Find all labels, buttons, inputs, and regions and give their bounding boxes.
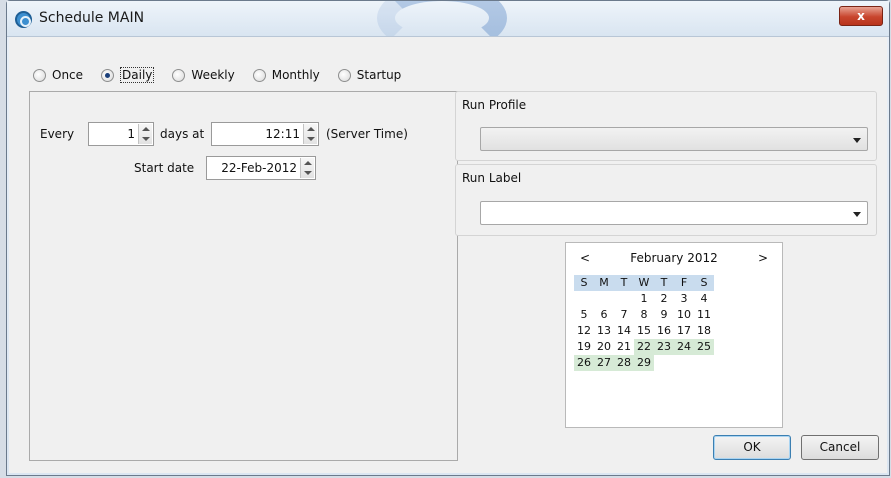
run-profile-group: Run Profile [455,91,877,161]
calendar-day[interactable]: 4 [694,291,714,307]
radio-once-label: Once [52,68,84,82]
server-time-label: (Server Time) [326,127,408,141]
start-date-label: Start date [134,161,195,175]
radio-weekly-indicator[interactable] [172,68,186,82]
radio-once[interactable]: Once [33,68,83,82]
cancel-button[interactable]: Cancel [801,435,879,460]
run-label-dropdown[interactable] [480,201,868,225]
run-profile-label: Run Profile [462,98,527,112]
every-days-spinner[interactable]: 1 [88,122,154,146]
calendar-day[interactable]: 6 [594,307,614,323]
calendar-weekday-header: W [634,275,654,291]
radio-daily-label: Daily [120,67,155,83]
calendar-day[interactable]: 14 [614,323,634,339]
spin-up-icon[interactable] [307,127,315,131]
run-profile-dropdown[interactable] [480,127,868,151]
schedule-dialog: Schedule MAIN x Once Daily Weekly Monthl… [6,0,890,476]
calendar-grid: S M T W T F S 1 2 3 4 5 6 7 8 9 10 11 12 13 14 15 16 17 18 19 20 21… [574,275,714,371]
calendar-day[interactable]: 9 [654,307,674,323]
calendar: February 2012 < > S M T W T F S 1 2 3 4 5 6 7 8 9 10 11 12… [565,242,783,428]
calendar-day[interactable]: 10 [674,307,694,323]
radio-startup-label: Startup [356,68,402,82]
start-date-spinner[interactable]: 22-Feb-2012 [206,156,316,180]
window-title: Schedule MAIN [39,10,145,26]
calendar-day[interactable]: 20 [594,339,614,355]
every-label: Every [40,127,75,141]
calendar-day[interactable]: 15 [634,323,654,339]
calendar-weekday-header: S [694,275,714,291]
every-days-value: 1 [127,127,135,141]
start-date-value: 22-Feb-2012 [221,161,297,175]
run-label-group: Run Label [455,164,877,236]
radio-weekly[interactable]: Weekly [172,68,235,82]
days-at-label: days at [160,127,205,141]
calendar-weekday-header: F [674,275,694,291]
schedule-type-group: Once Daily Weekly Monthly Startup [33,65,401,85]
calendar-day[interactable]: 3 [674,291,694,307]
radio-startup-indicator[interactable] [337,68,351,82]
every-days-spin-buttons[interactable] [138,124,152,144]
spin-down-icon[interactable] [307,137,315,141]
calendar-day[interactable]: 23 [654,339,674,355]
ok-button[interactable]: OK [713,435,791,460]
calendar-header: February 2012 < > [566,251,782,269]
close-button[interactable]: x [839,6,883,26]
calendar-day[interactable]: 8 [634,307,654,323]
time-spin-buttons[interactable] [303,124,317,144]
radio-weekly-label: Weekly [191,68,235,82]
spin-up-icon[interactable] [304,161,312,165]
calendar-weekday-header: T [654,275,674,291]
time-spinner[interactable]: 12:11 [211,122,319,146]
calendar-day[interactable]: 25 [694,339,714,355]
calendar-day[interactable]: 12 [574,323,594,339]
run-label-label: Run Label [462,171,522,185]
calendar-day[interactable]: 16 [654,323,674,339]
radio-monthly-label: Monthly [271,68,320,82]
calendar-day[interactable]: 29 [634,355,654,371]
daily-settings-panel: Every 1 days at 12:11 (Server Time) Star… [29,91,458,461]
calendar-day[interactable]: 24 [674,339,694,355]
spin-up-icon[interactable] [142,127,150,131]
radio-startup[interactable]: Startup [337,68,402,82]
calendar-day[interactable]: 13 [594,323,614,339]
calendar-day[interactable]: 2 [654,291,674,307]
app-logo-icon [15,11,32,28]
radio-monthly-indicator[interactable] [252,68,266,82]
calendar-day[interactable]: 26 [574,355,594,371]
calendar-weekday-header: T [614,275,634,291]
calendar-day[interactable]: 21 [614,339,634,355]
calendar-day[interactable]: 18 [694,323,714,339]
calendar-day[interactable]: 7 [614,307,634,323]
radio-daily-indicator[interactable] [101,68,115,82]
calendar-month-title: February 2012 [630,251,718,265]
radio-daily[interactable]: Daily [101,67,155,83]
calendar-day[interactable]: 19 [574,339,594,355]
spin-down-icon[interactable] [142,137,150,141]
radio-monthly[interactable]: Monthly [252,68,320,82]
time-value: 12:11 [265,127,300,141]
calendar-day[interactable]: 22 [634,339,654,355]
calendar-day[interactable]: 28 [614,355,634,371]
dropdown-arrow-icon[interactable] [853,212,861,217]
calendar-day[interactable]: 17 [674,323,694,339]
dropdown-arrow-icon[interactable] [853,138,861,143]
dialog-body: Once Daily Weekly Monthly Startup Every [9,37,887,473]
calendar-day[interactable]: 1 [634,291,654,307]
calendar-day[interactable]: 27 [594,355,614,371]
calendar-empty-cell [614,291,634,307]
calendar-day[interactable]: 11 [694,307,714,323]
radio-once-indicator[interactable] [33,68,46,82]
calendar-day[interactable]: 5 [574,307,594,323]
calendar-weekday-header: S [574,275,594,291]
start-date-spin-buttons[interactable] [300,158,314,178]
calendar-next-month-button[interactable]: > [758,251,768,265]
background-swoosh [377,1,507,36]
calendar-weekday-header: M [594,275,614,291]
calendar-empty-cell [594,291,614,307]
spin-down-icon[interactable] [304,171,312,175]
calendar-empty-cell [574,291,594,307]
calendar-prev-month-button[interactable]: < [580,251,590,265]
title-bar[interactable]: Schedule MAIN x [7,1,889,37]
